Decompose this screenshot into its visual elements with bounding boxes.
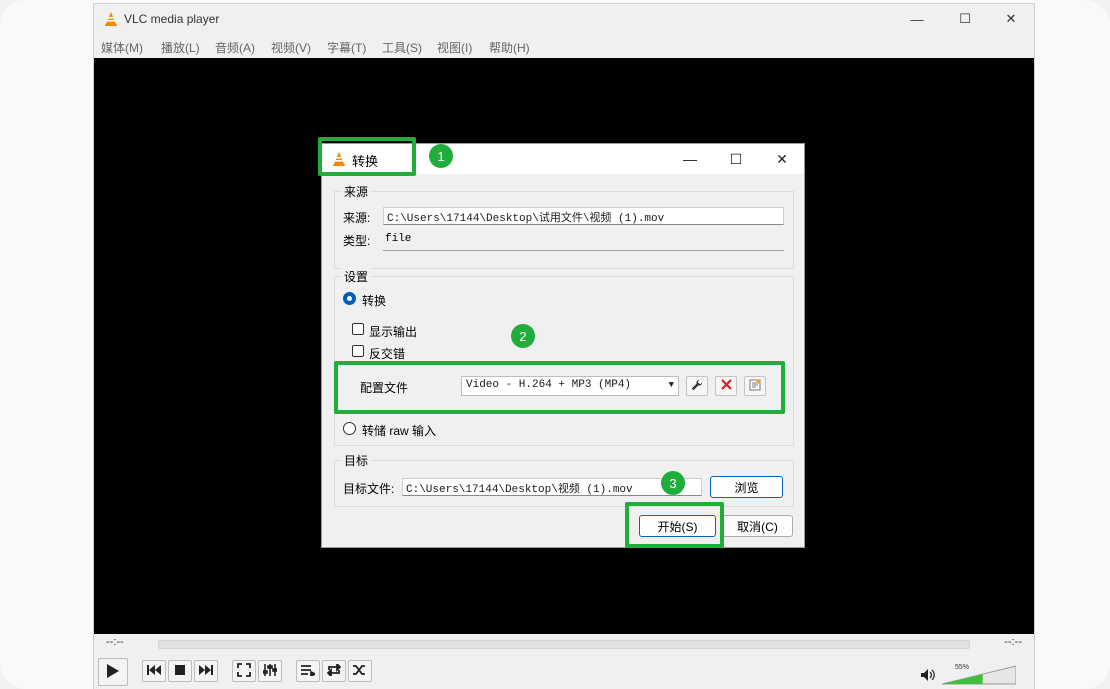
equalizer-icon xyxy=(262,663,278,680)
step-badge-2: 2 xyxy=(511,324,535,348)
convert-radio[interactable] xyxy=(343,292,356,305)
cancel-button[interactable]: 取消(C) xyxy=(722,515,793,537)
maximize-icon: ☐ xyxy=(729,150,743,167)
loop-icon xyxy=(326,661,342,679)
shuffle-icon xyxy=(353,664,367,679)
step-badge-1: 1 xyxy=(429,144,453,168)
destination-label: 目标文件: xyxy=(343,482,395,496)
fullscreen-icon xyxy=(237,662,251,680)
menu-view[interactable]: 视图(I) xyxy=(437,39,472,56)
volume-speaker-icon[interactable] xyxy=(921,669,935,684)
step-badge-3: 3 xyxy=(661,471,685,495)
menu-bar: 媒体(M) 播放(L) 音频(A) 视频(V) 字幕(T) 工具(S) 视图(I… xyxy=(94,36,1034,58)
destination-path-field[interactable]: C:\Users\17144\Desktop\视频 (1).mov xyxy=(402,478,702,496)
playlist-button[interactable] xyxy=(296,660,320,682)
highlight-start xyxy=(625,502,724,548)
browse-button[interactable]: 浏览 xyxy=(710,476,783,498)
source-path-field[interactable]: C:\Users\17144\Desktop\试用文件\视频 (1).mov xyxy=(383,207,784,225)
time-total: --:-- xyxy=(1004,636,1022,648)
menu-tools[interactable]: 工具(S) xyxy=(382,39,422,56)
minimize-button[interactable]: — xyxy=(894,4,940,34)
vlc-cone-icon xyxy=(103,11,119,30)
title-bar: VLC media player — ☐ ✕ xyxy=(94,4,1034,34)
type-value: file xyxy=(385,233,412,245)
show-output-label: 显示输出 xyxy=(369,325,418,339)
minimize-icon: — xyxy=(683,151,697,167)
close-icon: ✕ xyxy=(776,150,788,167)
menu-audio[interactable]: 音频(A) xyxy=(215,39,255,56)
menu-playback[interactable]: 播放(L) xyxy=(161,39,200,56)
menu-video[interactable]: 视频(V) xyxy=(271,39,311,56)
source-label: 来源: xyxy=(343,211,371,225)
dump-raw-label: 转储 raw 输入 xyxy=(362,424,437,438)
menu-subtitle[interactable]: 字幕(T) xyxy=(327,39,366,56)
next-button[interactable] xyxy=(194,660,218,682)
dump-raw-radio[interactable] xyxy=(343,422,356,435)
convert-radio-label: 转换 xyxy=(362,294,387,308)
maximize-button[interactable]: ☐ xyxy=(942,4,988,34)
menu-media[interactable]: 媒体(M) xyxy=(101,39,143,56)
destination-group-title: 目标 xyxy=(342,452,371,469)
previous-icon xyxy=(147,664,161,678)
menu-help[interactable]: 帮助(H) xyxy=(489,39,530,56)
type-separator xyxy=(383,250,784,251)
seek-slider[interactable] xyxy=(158,640,970,649)
time-elapsed: --:-- xyxy=(106,636,124,648)
dialog-close-button[interactable]: ✕ xyxy=(759,144,805,174)
settings-group-title: 设置 xyxy=(342,268,371,285)
stop-icon xyxy=(175,664,185,678)
highlight-dialog-title xyxy=(318,137,416,176)
highlight-profile xyxy=(334,361,785,414)
play-button[interactable] xyxy=(98,658,128,686)
source-group xyxy=(334,191,794,269)
deinterlace-label: 反交错 xyxy=(369,347,406,361)
loop-button[interactable] xyxy=(322,660,346,682)
dialog-minimize-button[interactable]: — xyxy=(667,144,713,174)
play-icon xyxy=(106,663,120,682)
stop-button[interactable] xyxy=(168,660,192,682)
dialog-maximize-button[interactable]: ☐ xyxy=(713,144,759,174)
source-group-title: 来源 xyxy=(342,183,371,200)
controls-row: 55% xyxy=(94,656,1034,689)
seek-row: --:-- --:-- xyxy=(94,634,1034,656)
close-button[interactable]: ✕ xyxy=(988,4,1034,34)
close-icon: ✕ xyxy=(1005,11,1017,26)
maximize-icon: ☐ xyxy=(959,11,971,26)
previous-button[interactable] xyxy=(142,660,166,682)
shuffle-button[interactable] xyxy=(348,660,372,682)
show-output-checkbox[interactable] xyxy=(352,323,364,335)
deinterlace-checkbox[interactable] xyxy=(352,345,364,357)
playlist-icon xyxy=(301,664,318,679)
convert-dialog: 转换 — ☐ ✕ 来源 来源: C:\Users\17144\Desktop\试… xyxy=(321,143,805,548)
minimize-icon: — xyxy=(910,11,924,27)
extended-settings-button[interactable] xyxy=(258,660,282,682)
window-title: VLC media player xyxy=(124,12,220,26)
fullscreen-button[interactable] xyxy=(232,660,256,682)
type-label: 类型: xyxy=(343,234,371,248)
volume-slider[interactable] xyxy=(941,665,1017,688)
next-icon xyxy=(199,664,213,678)
